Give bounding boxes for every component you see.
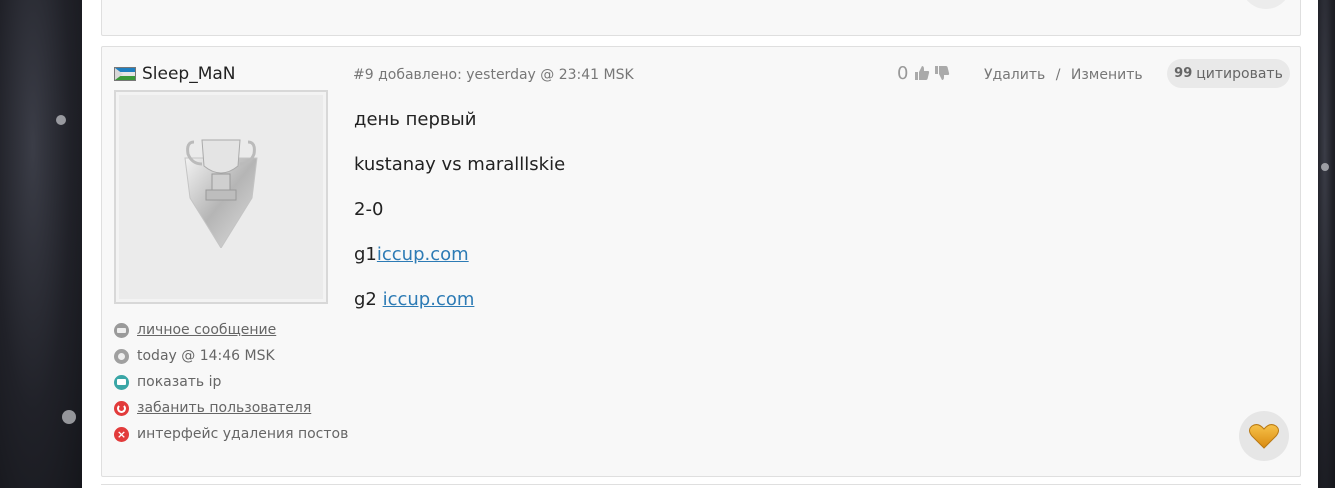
power-icon: [114, 400, 129, 416]
last-seen: today @ 14:46 MSK: [114, 343, 348, 369]
divider: [101, 484, 1301, 485]
flag-icon: [114, 67, 136, 81]
body-line: 2-0: [354, 199, 384, 220]
ban-user-label[interactable]: забанить пользователя: [137, 400, 311, 416]
close-icon: ×: [114, 426, 129, 442]
quote-label: цитировать: [1196, 65, 1283, 82]
g2-prefix: g2: [354, 289, 383, 310]
quote-button[interactable]: 99 цитировать: [1167, 59, 1290, 88]
body-line-g2: g2 iccup.com: [354, 287, 565, 332]
post-author: Sleep_MaN: [114, 64, 236, 84]
g2-link[interactable]: iccup.com: [383, 289, 475, 310]
post-meta: #9 добавлено: yesterday @ 23:41 MSK: [353, 65, 634, 85]
forum-post: Sleep_MaN личное сообщение today @ 14:46…: [101, 46, 1301, 477]
delete-posts-label[interactable]: интерфейс удаления постов: [137, 426, 348, 442]
delete-button[interactable]: Удалить: [984, 67, 1045, 83]
post-body: день первый kustanay vs maralllskie 2-0 …: [354, 107, 565, 332]
background-right: [1318, 0, 1335, 488]
rating-value: 0: [897, 62, 909, 84]
like-heart-button[interactable]: [1239, 411, 1289, 461]
background-dot: [1321, 163, 1329, 171]
background-left: [0, 0, 82, 488]
g1-link[interactable]: iccup.com: [377, 244, 469, 265]
author-name[interactable]: Sleep_MaN: [142, 64, 236, 84]
background-dot: [62, 410, 76, 424]
post-rating: 0: [897, 61, 954, 85]
body-line-g1: g1iccup.com: [354, 242, 565, 287]
actions-separator: /: [1055, 67, 1061, 83]
private-message-label[interactable]: личное сообщение: [137, 322, 276, 338]
forum-content: Sleep_MaN личное сообщение today @ 14:46…: [82, 0, 1318, 488]
thumb-down-icon[interactable]: [934, 65, 950, 81]
trophy-icon: [184, 139, 258, 248]
last-seen-label: today @ 14:46 MSK: [137, 348, 275, 364]
background-dot: [56, 115, 66, 125]
thumb-up-icon[interactable]: [914, 65, 930, 81]
added-label: добавлено:: [378, 67, 462, 83]
previous-post: [101, 0, 1301, 36]
mail-icon: [114, 322, 129, 338]
post-number[interactable]: #9: [353, 67, 374, 83]
show-ip-label[interactable]: показать ip: [137, 374, 221, 390]
private-message-link[interactable]: личное сообщение: [114, 317, 348, 343]
ban-user-link[interactable]: забанить пользователя: [114, 395, 348, 421]
show-ip-link[interactable]: показать ip: [114, 369, 348, 395]
edit-button[interactable]: Изменить: [1071, 67, 1143, 83]
body-line: день первый: [354, 109, 477, 130]
clock-icon: [114, 348, 129, 364]
avatar: [114, 90, 328, 304]
monitor-icon: [114, 374, 129, 390]
user-actions: личное сообщение today @ 14:46 MSK показ…: [114, 317, 348, 447]
post-actions: Удалить / Изменить: [984, 65, 1143, 85]
post-timestamp: yesterday @ 23:41 MSK: [466, 67, 634, 83]
previous-post-heart-button[interactable]: [1241, 0, 1291, 9]
heart-icon: [1249, 424, 1279, 449]
g1-prefix: g1: [354, 244, 377, 265]
body-line: kustanay vs maralllskie: [354, 154, 566, 175]
delete-posts-link[interactable]: × интерфейс удаления постов: [114, 421, 348, 447]
quote-icon: 99: [1174, 66, 1193, 81]
